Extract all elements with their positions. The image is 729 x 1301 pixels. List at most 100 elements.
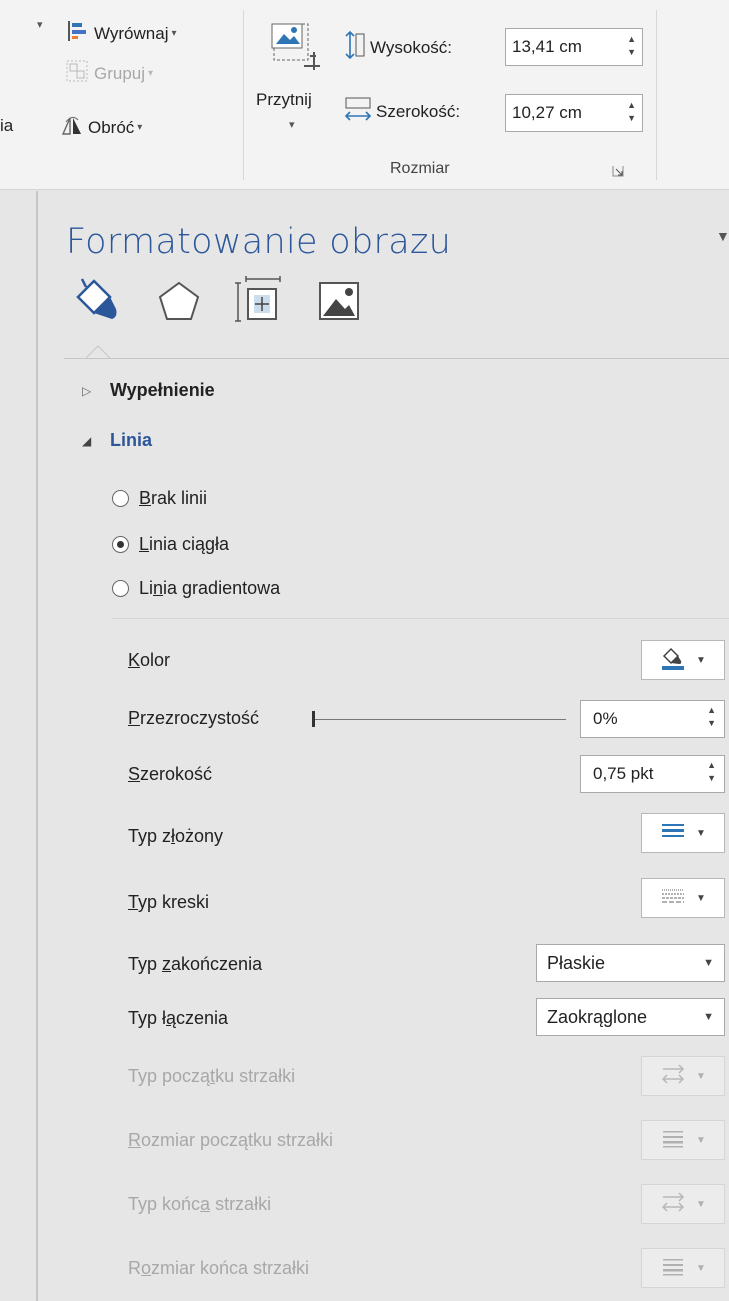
height-spinner[interactable]: ▲ ▼ [627, 33, 636, 59]
triangle-right-icon: ▷ [82, 383, 92, 398]
compound-type-button[interactable]: ▼ [641, 813, 725, 853]
arrow-size-icon [660, 1127, 686, 1154]
chevron-down-icon: ▼ [696, 827, 706, 839]
cap-type-label: Typ zakończenia [128, 954, 263, 974]
height-icon [344, 30, 366, 65]
previous-dropdown-arrow[interactable]: ▾ [34, 18, 43, 31]
tab-divider [64, 358, 729, 359]
rotate-label: Obróć [88, 117, 135, 137]
radio-solid-line[interactable]: Linia ciągła [112, 534, 229, 555]
line-width-spinner[interactable]: ▲ ▼ [707, 759, 716, 785]
paint-bucket-icon [660, 646, 686, 675]
spin-up-icon[interactable]: ▲ [627, 33, 636, 46]
line-section-title: Linia [110, 430, 153, 450]
dash-type-button[interactable]: ▼ [641, 878, 725, 918]
dash-type-label: Typ kreski [128, 892, 210, 912]
chevron-down-icon: ▼ [696, 1262, 706, 1274]
fill-line-icon[interactable] [72, 275, 122, 325]
group-button[interactable]: Grupuj ▾ [66, 60, 153, 87]
crop-button[interactable]: Przytnij ▾ [256, 20, 330, 150]
color-picker-button[interactable]: ▼ [641, 640, 725, 680]
align-label: Wyrównaj [94, 23, 169, 43]
radio-label: Brak linii [139, 488, 208, 508]
fill-section-header[interactable]: ▷ Wypełnienie [82, 380, 215, 401]
spin-up-icon[interactable]: ▲ [627, 99, 636, 112]
effects-icon[interactable] [154, 275, 204, 325]
group-label: Grupuj [94, 63, 146, 83]
ribbon: ▾ Wyrównaj ▾ Grupuj ▾ ia Obróć ▾ Przytnij ▾ [0, 0, 729, 190]
arrow-type-icon [660, 1063, 686, 1090]
line-width-input[interactable]: 0,75 pkt ▲ ▼ [580, 755, 725, 793]
active-tab-indicator [86, 345, 110, 359]
join-type-select[interactable]: Zaokrąglone ▼ [536, 998, 725, 1036]
end-arrow-type-button[interactable]: ▼ [641, 1184, 725, 1224]
chevron-down-icon: ▼ [696, 892, 706, 904]
transparency-label: Przezroczystość [128, 708, 260, 728]
arrow-type-icon [660, 1191, 686, 1218]
height-label: Wysokość: [370, 37, 453, 57]
chevron-down-icon: ▾ [171, 28, 177, 39]
picture-icon[interactable] [314, 275, 364, 325]
spin-up-icon[interactable]: ▲ [707, 704, 716, 717]
chevron-down-icon: ▾ [137, 122, 143, 133]
transparency-slider[interactable] [314, 719, 566, 720]
transparency-spinner[interactable]: ▲ ▼ [707, 704, 716, 730]
spin-down-icon[interactable]: ▼ [707, 772, 716, 785]
align-button[interactable]: Wyrównaj ▾ [66, 20, 177, 47]
section-divider [112, 618, 729, 619]
width-prop-label: Szerokość [128, 764, 213, 784]
chevron-down-icon: ▼ [696, 1134, 706, 1146]
spin-down-icon[interactable]: ▼ [627, 112, 636, 125]
crop-icon [264, 20, 320, 83]
transparency-input[interactable]: 0% ▲ ▼ [580, 700, 725, 738]
chevron-down-icon: ▼ [703, 1011, 714, 1023]
chevron-down-icon: ▼ [696, 654, 706, 666]
cap-type-value: Płaskie [547, 952, 606, 973]
chevron-down-icon: ▼ [696, 1070, 706, 1082]
begin-arrow-type-label: Typ początku strzałki [128, 1066, 296, 1086]
color-label: Kolor [128, 650, 171, 670]
pane-border [36, 191, 38, 1301]
size-properties-icon[interactable] [234, 275, 284, 325]
radio-circle-icon[interactable] [112, 580, 129, 597]
spin-down-icon[interactable]: ▼ [707, 717, 716, 730]
compound-type-label: Typ złożony [128, 826, 224, 846]
crop-label: Przytnij [256, 90, 312, 109]
radio-gradient-line[interactable]: Linia gradientowa [112, 578, 280, 599]
height-value: 13,41 cm [512, 37, 582, 56]
rotate-icon [60, 114, 84, 141]
triangle-down-icon: ◢ [82, 433, 92, 448]
fill-section-title: Wypełnienie [110, 380, 215, 400]
truncated-label: ia [0, 116, 14, 135]
radio-label: Linia ciągła [139, 534, 230, 554]
size-group-label: Rozmiar [390, 160, 450, 177]
height-input[interactable]: 13,41 cm ▲ ▼ [505, 28, 643, 66]
rotate-button[interactable]: Obróć ▾ [60, 114, 142, 141]
width-input[interactable]: 10,27 cm ▲ ▼ [505, 94, 643, 132]
transparency-slider-thumb[interactable] [312, 711, 315, 727]
cap-type-select[interactable]: Płaskie ▼ [536, 944, 725, 982]
end-arrow-size-button[interactable]: ▼ [641, 1248, 725, 1288]
chevron-down-icon: ▼ [703, 957, 714, 969]
radio-circle-icon[interactable] [112, 490, 129, 507]
end-arrow-type-label: Typ końca strzałki [128, 1194, 272, 1214]
spin-up-icon[interactable]: ▲ [707, 759, 716, 772]
join-type-value: Zaokrąglone [547, 1006, 648, 1027]
begin-arrow-type-button[interactable]: ▼ [641, 1056, 725, 1096]
line-section-header[interactable]: ◢ Linia [82, 430, 152, 451]
spin-down-icon[interactable]: ▼ [627, 46, 636, 59]
radio-no-line[interactable]: Brak linii [112, 488, 207, 509]
radio-selected-icon[interactable] [112, 536, 129, 553]
size-dialog-launcher-icon[interactable] [612, 164, 624, 182]
join-type-label: Typ łączenia [128, 1008, 229, 1028]
pane-options-icon[interactable]: ▼ [716, 228, 729, 244]
width-spinner[interactable]: ▲ ▼ [627, 99, 636, 125]
height-label-group: Wysokość: [344, 30, 452, 65]
line-width-value: 0,75 pkt [593, 764, 654, 783]
arrow-size-icon [660, 1255, 686, 1282]
compound-lines-icon [660, 821, 686, 846]
end-arrow-size-label: Rozmiar końca strzałki [128, 1258, 310, 1278]
width-label-group: Szerokość: [344, 96, 460, 127]
begin-arrow-size-button[interactable]: ▼ [641, 1120, 725, 1160]
radio-label: Linia gradientowa [139, 578, 281, 598]
